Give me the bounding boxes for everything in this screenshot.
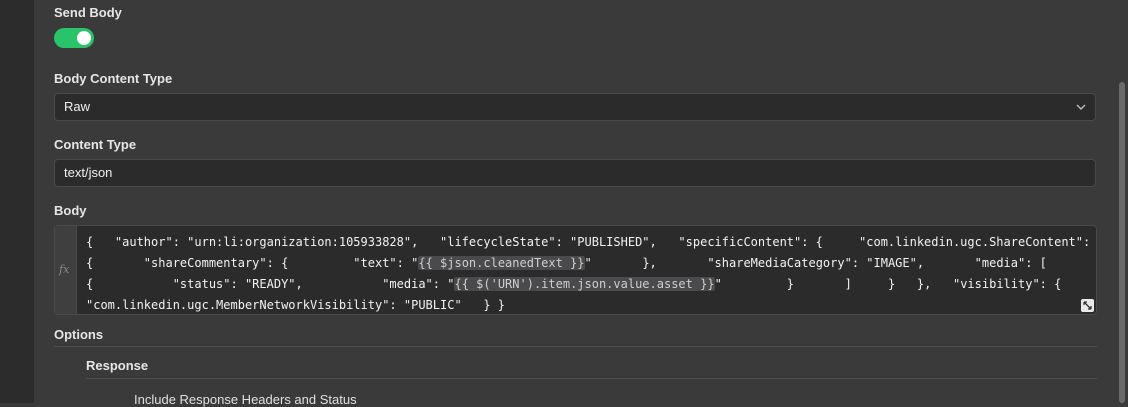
expression-gutter: fx [55,226,77,314]
body-content-type-label: Body Content Type [54,71,173,86]
expression-token: {{ $json.cleanedText }} [418,256,585,270]
body-code-editor[interactable]: fx { "author": "urn:li:organization:1059… [54,225,1097,315]
expression-token: {{ $('URN').item.json.value.asset }} [454,277,715,291]
send-body-label: Send Body [54,5,122,20]
expand-editor-icon[interactable] [1081,299,1094,312]
content-type-value: text/json [64,165,113,180]
send-body-toggle[interactable] [54,28,94,48]
content-type-input[interactable]: text/json [54,159,1096,187]
response-divider [86,378,1097,379]
body-content-type-select[interactable]: Raw [54,93,1096,121]
node-parameters-panel [33,0,1115,403]
include-response-headers-label: Include Response Headers and Status [134,392,357,407]
body-code-text[interactable]: { "author": "urn:li:organization:1059338… [86,232,1091,316]
body-label: Body [54,203,87,218]
chevron-down-icon [1076,104,1086,110]
toggle-knob [77,31,91,45]
response-label: Response [86,358,149,373]
options-label: Options [54,327,104,342]
fx-icon: fx [59,263,70,276]
options-divider [54,346,1097,347]
scrollbar-thumb[interactable] [1119,82,1125,403]
left-rail [0,0,33,403]
body-content-type-value: Raw [64,99,91,114]
content-type-label: Content Type [54,137,137,152]
